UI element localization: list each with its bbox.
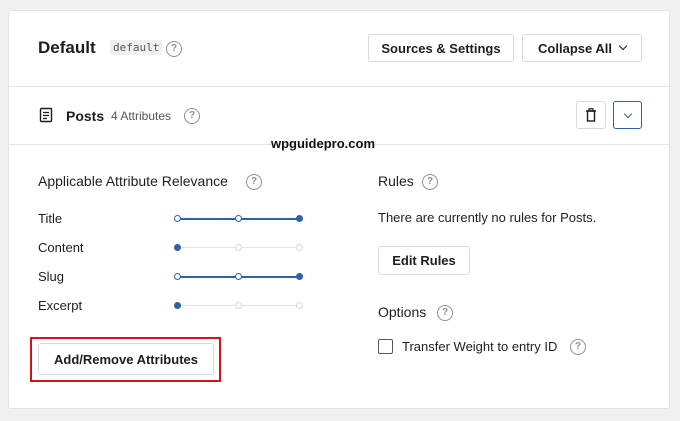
trash-icon: [586, 108, 596, 122]
document-icon: [39, 107, 53, 123]
source-attribute-count: 4 Attributes: [111, 109, 172, 123]
sources-settings-button[interactable]: Sources & Settings: [368, 34, 514, 62]
engine-help-icon[interactable]: ?: [166, 41, 182, 57]
slider-stop[interactable]: [235, 244, 242, 251]
relevance-slider[interactable]: [174, 214, 303, 224]
relevance-slider[interactable]: [174, 272, 303, 282]
slider-stop[interactable]: [174, 215, 181, 222]
engine-card: Default default ? Sources & Settings Col…: [8, 10, 670, 409]
transfer-weight-help-icon[interactable]: ?: [570, 339, 586, 355]
rules-empty-text: There are currently no rules for Posts.: [378, 210, 597, 225]
watermark: wpguidepro.com: [271, 136, 375, 151]
rules-heading: Rules: [378, 173, 414, 189]
collapse-all-label: Collapse All: [538, 40, 612, 56]
chevron-down-icon: [623, 109, 632, 118]
slider-stop[interactable]: [174, 302, 181, 309]
transfer-weight-checkbox[interactable]: [378, 339, 393, 354]
edit-rules-label: Edit Rules: [392, 253, 456, 268]
slider-stop[interactable]: [235, 302, 242, 309]
slider-stop[interactable]: [235, 273, 242, 280]
attribute-label: Excerpt: [38, 298, 83, 313]
edit-rules-button[interactable]: Edit Rules: [378, 246, 470, 275]
transfer-weight-label: Transfer Weight to entry ID: [402, 339, 558, 354]
sources-settings-label: Sources & Settings: [381, 40, 501, 56]
engine-slug: default: [110, 40, 163, 55]
options-heading: Options: [378, 304, 427, 320]
attribute-label: Content: [38, 240, 84, 255]
chevron-down-icon: [618, 41, 628, 51]
slider-stop[interactable]: [296, 244, 303, 251]
relevance-slider[interactable]: [174, 243, 303, 253]
remove-source-button[interactable]: [576, 101, 606, 129]
engine-title: Default: [38, 38, 96, 57]
slider-stop[interactable]: [174, 273, 181, 280]
slider-stop[interactable]: [296, 215, 303, 222]
rules-help-icon[interactable]: ?: [422, 174, 438, 190]
relevance-slider[interactable]: [174, 301, 303, 311]
slider-stop[interactable]: [296, 273, 303, 280]
attribute-label: Slug: [38, 269, 65, 284]
slider-stop[interactable]: [296, 302, 303, 309]
engine-header: Default default ? Sources & Settings Col…: [9, 11, 669, 87]
source-name: Posts: [66, 108, 105, 124]
highlight-box: [30, 337, 221, 382]
relevance-heading: Applicable Attribute Relevance: [38, 173, 228, 189]
relevance-help-icon[interactable]: ?: [246, 174, 262, 190]
source-help-icon[interactable]: ?: [184, 108, 200, 124]
attribute-label: Title: [38, 211, 63, 226]
collapse-all-button[interactable]: Collapse All: [522, 34, 642, 62]
slider-stop[interactable]: [235, 215, 242, 222]
slider-stop[interactable]: [174, 244, 181, 251]
options-help-icon[interactable]: ?: [437, 305, 453, 321]
expand-source-button[interactable]: [613, 101, 642, 129]
